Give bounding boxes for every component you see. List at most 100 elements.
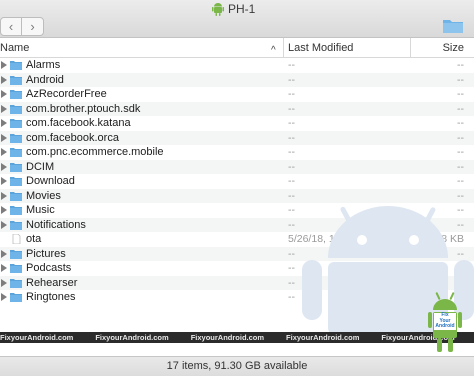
file-last-modified: -- (288, 102, 295, 115)
column-header-size[interactable]: Size (411, 38, 474, 58)
forward-button[interactable]: › (22, 17, 44, 36)
file-name: Android (26, 73, 64, 86)
disclosure-triangle-icon[interactable] (1, 61, 7, 70)
file-row[interactable]: DCIM -- -- (0, 159, 474, 174)
file-row[interactable]: Movies -- -- (0, 188, 474, 203)
file-name: Music (26, 204, 55, 217)
file-row[interactable]: Pictures -- -- (0, 246, 474, 261)
new-folder-icon[interactable] (442, 17, 464, 34)
title-bar: ‹ › PH-1 (0, 0, 474, 38)
file-row[interactable]: Podcasts -- -- (0, 261, 474, 276)
folder-icon (10, 293, 22, 303)
column-header-last-modified-label: Last Modified (288, 42, 354, 54)
disclosure-triangle-icon[interactable] (1, 177, 7, 186)
file-row[interactable]: Rehearser -- -- (0, 275, 474, 290)
disclosure-triangle-icon[interactable] (1, 104, 7, 113)
file-last-modified: -- (288, 146, 295, 159)
disclosure-triangle-icon[interactable] (1, 278, 7, 287)
column-header-size-label: Size (442, 42, 464, 54)
file-name: Ringtones (26, 291, 76, 304)
file-last-modified: -- (288, 73, 295, 86)
file-last-modified: -- (288, 175, 295, 188)
disclosure-triangle-icon[interactable] (1, 148, 7, 157)
file-size: -- (457, 204, 464, 217)
file-size: -- (457, 189, 464, 202)
file-size: -- (457, 218, 464, 231)
file-row[interactable]: com.facebook.orca -- -- (0, 130, 474, 145)
folder-icon (10, 249, 22, 259)
file-row[interactable]: Download -- -- (0, 174, 474, 189)
watermark-banner-text: FixyourAndroid.com (286, 333, 360, 342)
badge-line: Android (435, 323, 455, 329)
file-name: Alarms (26, 59, 61, 72)
status-bar: 17 items, 91.30 GB available (0, 356, 474, 376)
android-icon (212, 3, 224, 16)
file-name: Notifications (26, 218, 86, 231)
file-size: -- (457, 262, 464, 275)
column-header-name[interactable]: Name ^ (0, 38, 284, 58)
file-name: com.brother.ptouch.sdk (26, 102, 141, 115)
file-size: -- (457, 131, 464, 144)
file-size: 128 KB (429, 233, 464, 246)
file-size: -- (457, 117, 464, 130)
file-row[interactable]: Ringtones -- -- (0, 290, 474, 305)
chevron-right-icon: › (30, 19, 35, 34)
file-last-modified: -- (288, 88, 295, 101)
folder-icon (10, 278, 22, 288)
file-size: -- (457, 73, 464, 86)
folder-icon (10, 133, 22, 143)
column-header-name-label: Name (0, 42, 30, 54)
window-title: PH-1 (212, 1, 255, 17)
column-header-last-modified[interactable]: Last Modified (284, 38, 411, 58)
file-row[interactable]: Android -- -- (0, 72, 474, 87)
folder-icon (10, 75, 22, 85)
back-button[interactable]: ‹ (0, 17, 22, 36)
file-size: -- (457, 160, 464, 173)
status-text: 17 items, 91.30 GB available (166, 360, 308, 372)
file-name: DCIM (26, 160, 55, 173)
file-row[interactable]: com.pnc.ecommerce.mobile -- -- (0, 145, 474, 160)
disclosure-triangle-icon[interactable] (1, 206, 7, 215)
file-row[interactable]: com.facebook.katana -- -- (0, 116, 474, 131)
file-row[interactable]: ota 5/26/18, 10:33 AM 128 KB (0, 232, 474, 247)
folder-icon (10, 220, 22, 230)
folder-icon (10, 104, 22, 114)
watermark-banner-text: FixyourAndroid.com (190, 333, 265, 342)
disclosure-triangle-icon[interactable] (1, 162, 7, 171)
file-size: -- (457, 146, 464, 159)
disclosure-triangle-icon[interactable] (1, 220, 7, 229)
file-row[interactable]: com.brother.ptouch.sdk -- -- (0, 101, 474, 116)
disclosure-triangle-icon[interactable] (1, 264, 7, 273)
nav-button-group: ‹ › (0, 17, 44, 36)
file-list: Alarms -- -- Android -- -- AzRecorderFree -- -- c… (0, 58, 474, 312)
file-last-modified: -- (288, 218, 295, 231)
disclosure-triangle-icon[interactable] (1, 133, 7, 142)
file-row[interactable]: Music -- -- (0, 203, 474, 218)
file-size: -- (457, 175, 464, 188)
file-size: -- (457, 247, 464, 260)
file-name: AzRecorderFree (26, 88, 107, 101)
file-last-modified: -- (288, 59, 295, 72)
file-size: -- (457, 102, 464, 115)
disclosure-triangle-icon[interactable] (1, 191, 7, 200)
file-name: com.facebook.katana (26, 117, 131, 130)
file-row[interactable]: AzRecorderFree -- -- (0, 87, 474, 102)
document-icon (12, 234, 21, 245)
disclosure-triangle-icon[interactable] (1, 249, 7, 258)
file-last-modified: -- (288, 204, 295, 217)
disclosure-triangle-icon[interactable] (1, 293, 7, 302)
file-row[interactable]: Alarms -- -- (0, 58, 474, 73)
file-last-modified: -- (288, 160, 295, 173)
disclosure-triangle-icon[interactable] (1, 75, 7, 84)
file-last-modified: 5/26/18, 10:33 AM (288, 233, 374, 246)
file-name: Podcasts (26, 262, 72, 275)
folder-icon (10, 264, 22, 274)
disclosure-triangle-icon[interactable] (1, 90, 7, 99)
disclosure-triangle-icon[interactable] (1, 119, 7, 128)
file-name: com.facebook.orca (26, 131, 119, 144)
folder-icon (10, 206, 22, 216)
folder-icon (10, 177, 22, 187)
file-row[interactable]: Notifications -- -- (0, 217, 474, 232)
watermark-banner: FixyourAndroid.com FixyourAndroid.com Fixy… (0, 332, 474, 343)
fix-your-android-badge: Fix Your Android (428, 290, 462, 356)
